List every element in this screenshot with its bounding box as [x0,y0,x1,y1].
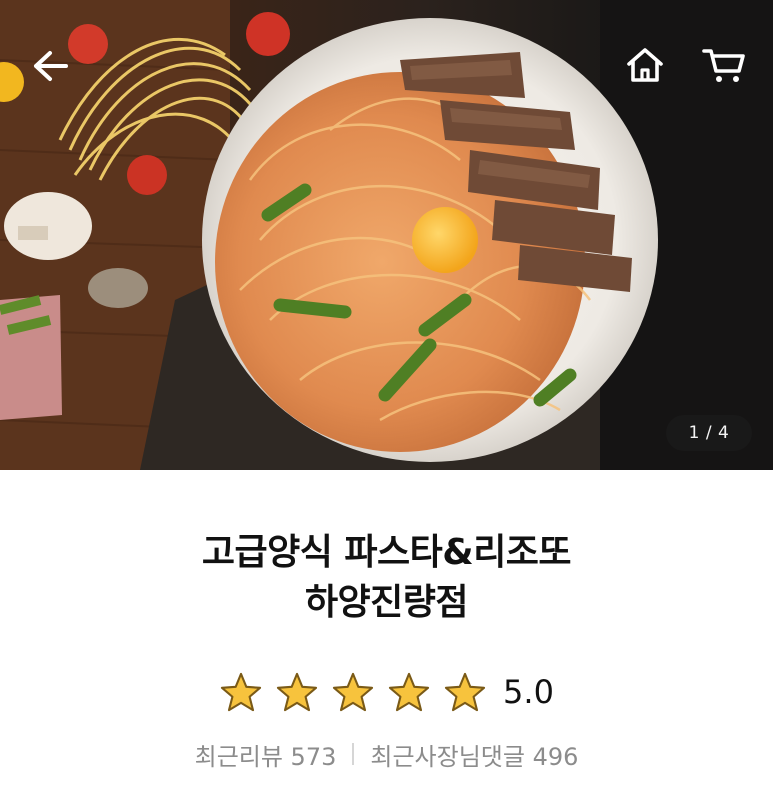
store-name: 고급양식 파스타&리조또 하양진량점 [0,528,773,628]
store-name-line2: 하양진량점 [304,582,469,623]
recent-owner-replies-link[interactable]: 최근사장님댓글 496 [370,737,578,772]
image-counter: 1 / 4 [666,415,752,451]
review-stats: 최근리뷰 573 최근사장님댓글 496 [0,736,773,772]
store-info-section: 고급양식 파스타&리조또 하양진량점 5.0 최근리뷰 573 최근사장님댓글 … [0,470,773,802]
star-icon [388,672,430,712]
hero-image-carousel[interactable]: 1 / 4 [0,0,773,470]
arrow-left-icon [34,51,68,81]
star-icon [276,672,318,712]
rating-score: 5.0 [503,673,554,711]
star-icon [332,672,374,712]
divider [352,743,355,765]
recent-reviews-link[interactable]: 최근리뷰 573 [195,737,337,772]
back-button[interactable] [22,40,78,92]
cart-button[interactable] [696,40,752,90]
star-icon [220,672,262,712]
cart-icon [702,49,745,82]
home-icon [627,48,663,82]
home-button[interactable] [620,40,670,90]
store-name-line1: 고급양식 파스타&리조또 [201,532,572,573]
star-icon [444,672,486,712]
star-rating: 5.0 [0,670,773,714]
